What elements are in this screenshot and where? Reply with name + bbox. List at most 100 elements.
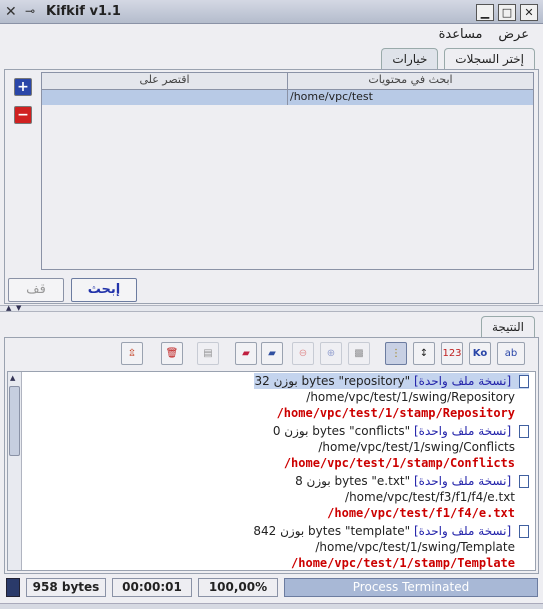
stop-button[interactable]: قف	[8, 278, 64, 302]
result-path[interactable]: /home/vpc/test/1/swing/Template	[315, 539, 515, 555]
progress-text: Process Terminated	[352, 580, 470, 594]
result-panel: ⇫ 🗑 ▤ ▰ ▰ ⊖ ⊕ ▩ ⋮ ↕ 123 Ko ab ▲ بوزن 32 …	[4, 337, 539, 574]
result-path[interactable]: /home/vpc/test/1/swing/Repository	[306, 389, 515, 405]
search-button[interactable]: إبحث	[71, 278, 137, 302]
alpha-icon: ab	[504, 348, 518, 359]
group-size: بوزن 32 bytes	[254, 374, 335, 388]
add-row-button[interactable]: +	[14, 78, 32, 96]
result-group-header[interactable]: بوزن 32 bytes "repository" [نسخة ملف واح…	[254, 373, 529, 389]
window-bottom-edge	[0, 603, 543, 609]
menu-view[interactable]: عرض	[492, 24, 535, 45]
tab-strip: إختر السجلات خيارات	[379, 48, 535, 70]
tool-icon: ▩	[354, 348, 364, 359]
result-path[interactable]: /home/vpc/test/f3/f1/f4/e.txt	[345, 489, 515, 505]
group-name: "template"	[344, 524, 411, 538]
select-records-panel: + − اقتصر على ابحث في محتويات /home/vpc/…	[4, 69, 539, 304]
column-header-restrict[interactable]: اقتصر على	[42, 73, 287, 90]
collapse-button[interactable]: ⊖	[292, 342, 314, 365]
result-duplicate-path[interactable]: /home/vpc/test/1/stamp/Conflicts	[284, 455, 515, 471]
table-row[interactable]: /home/vpc/test	[42, 90, 533, 105]
tab-options[interactable]: خيارات	[381, 48, 439, 70]
minimize-icon: ▁	[480, 6, 490, 19]
folder-blue-icon: ▰	[268, 348, 276, 359]
tab-result[interactable]: النتيجة	[480, 316, 535, 338]
copy-button[interactable]: ▤	[197, 342, 219, 365]
delete-button[interactable]: 🗑	[161, 342, 183, 365]
upload-icon: ⇫	[127, 348, 137, 359]
open-folder-button[interactable]: ▰	[235, 342, 257, 365]
sort-kilobytes-button[interactable]: Ko	[469, 342, 491, 365]
plus-circle-icon: ⊕	[326, 348, 336, 359]
window-title: Kifkif v1.1	[46, 4, 121, 19]
title-bar: ✕ ⊸ Kifkif v1.1 ▁ □ ✕	[0, 0, 543, 24]
result-group-header[interactable]: بوزن 8 bytes "e.txt" [نسخة ملف واحدة]	[295, 473, 529, 489]
cell-restrict[interactable]	[42, 90, 287, 105]
collapse-up-icon[interactable]: ▲	[6, 304, 11, 312]
results-tree: ▲ بوزن 32 bytes "repository" [نسخة ملف و…	[7, 371, 536, 571]
result-duplicate-path[interactable]: /home/vpc/test/1/stamp/Repository	[277, 405, 515, 421]
result-duplicate-path[interactable]: /home/vpc/test/f1/f4/e.txt	[327, 505, 515, 521]
scroll-up-icon[interactable]: ▲	[10, 374, 15, 382]
export-button[interactable]: ⇫	[121, 342, 143, 365]
memory-gauge-icon	[6, 578, 20, 597]
search-table: اقتصر على ابحث في محتويات /home/vpc/test	[41, 72, 534, 270]
close-button[interactable]: ✕	[520, 4, 538, 21]
close-icon: ✕	[524, 6, 534, 19]
minimize-button[interactable]: ▁	[476, 4, 494, 21]
file-icon	[519, 525, 529, 538]
sort-button[interactable]: ↕	[413, 342, 435, 365]
minus-circle-icon: ⊖	[298, 348, 308, 359]
progress-bar: Process Terminated	[284, 578, 538, 597]
scroll-thumb[interactable]	[9, 386, 20, 456]
group-name: "repository"	[338, 374, 411, 388]
app-x-icon[interactable]: ✕	[5, 4, 21, 20]
status-size: 958 bytes	[26, 578, 106, 597]
group-kind: [نسخة ملف واحدة]	[413, 374, 512, 388]
vertical-scrollbar[interactable]: ▲	[8, 372, 22, 570]
group-size: بوزن 8 bytes	[295, 474, 368, 488]
tree-view-button[interactable]: ⋮	[385, 342, 407, 365]
tree-icon: ⋮	[391, 348, 401, 359]
disabled-tool-button[interactable]: ▩	[348, 342, 370, 365]
tab-select-records[interactable]: إختر السجلات	[444, 48, 535, 70]
group-size: بوزن 842 bytes	[253, 524, 342, 538]
column-header-search-in[interactable]: ابحث في محتويات	[287, 73, 533, 90]
collapse-down-icon[interactable]: ▼	[16, 304, 21, 312]
sort-numeric-button[interactable]: 123	[441, 342, 463, 365]
group-name: "e.txt"	[371, 474, 411, 488]
remove-row-button[interactable]: −	[14, 106, 32, 124]
result-group-header[interactable]: بوزن 0 bytes "conflicts" [نسخة ملف واحدة…	[273, 423, 529, 439]
numeric-icon: 123	[442, 348, 462, 359]
cell-search-path[interactable]: /home/vpc/test	[287, 90, 533, 105]
maximize-icon: □	[501, 6, 513, 19]
menu-help[interactable]: مساعدة	[433, 24, 489, 45]
group-kind: [نسخة ملف واحدة]	[413, 474, 512, 488]
sort-icon: ↕	[419, 348, 429, 359]
group-name: "conflicts"	[349, 424, 411, 438]
trash-icon: 🗑	[165, 348, 179, 359]
result-group-header[interactable]: بوزن 842 bytes "template" [نسخة ملف واحد…	[253, 523, 529, 539]
copy-icon: ▤	[203, 348, 213, 359]
result-path[interactable]: /home/vpc/test/1/swing/Conflicts	[318, 439, 515, 455]
pin-icon[interactable]: ⊸	[25, 4, 35, 18]
status-bar: 958 bytes 00:00:01 100,00% Process Termi…	[0, 576, 543, 600]
menu-bar: عرض مساعدة	[0, 24, 543, 46]
group-kind: [نسخة ملف واحدة]	[413, 524, 512, 538]
group-kind: [نسخة ملف واحدة]	[413, 424, 512, 438]
expand-button[interactable]: ⊕	[320, 342, 342, 365]
file-icon	[519, 475, 529, 488]
folder-red-icon: ▰	[242, 348, 250, 359]
maximize-button[interactable]: □	[498, 4, 516, 21]
sort-alpha-button[interactable]: ab	[497, 342, 525, 365]
minus-icon: −	[17, 107, 29, 123]
file-icon	[519, 375, 529, 388]
group-size: بوزن 0 bytes	[272, 424, 346, 438]
split-divider[interactable]: ▲ ▼	[0, 304, 543, 312]
open-folder-blue-button[interactable]: ▰	[261, 342, 283, 365]
status-percent: 100,00%	[198, 578, 278, 597]
file-icon	[519, 425, 529, 438]
result-duplicate-path[interactable]: /home/vpc/test/1/stamp/Template	[291, 555, 515, 570]
table-header: اقتصر على ابحث في محتويات	[42, 73, 533, 90]
kb-icon: Ko	[472, 348, 488, 359]
plus-icon: +	[17, 79, 29, 95]
